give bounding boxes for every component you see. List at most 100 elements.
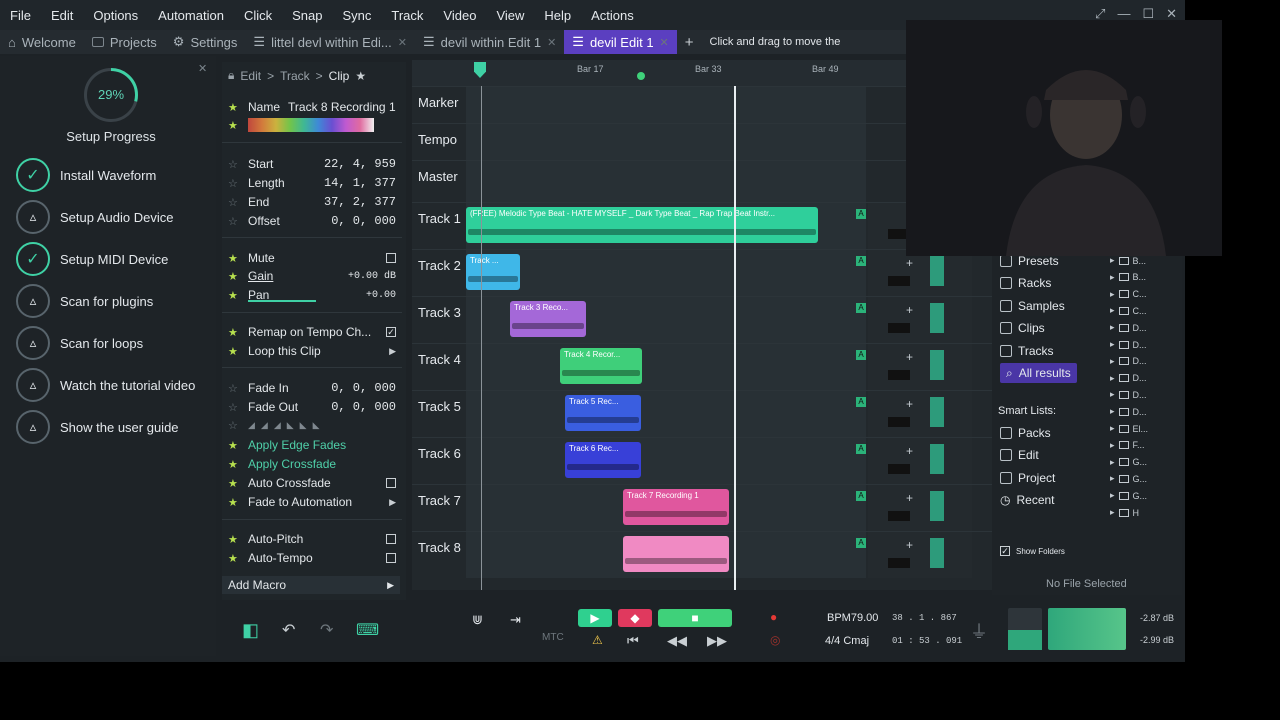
menu-snap[interactable]: Snap [282, 8, 332, 23]
add-plugin-icon[interactable]: + [906, 538, 913, 552]
folder-tree-item[interactable]: ▸ El... [1110, 423, 1148, 434]
browser-all-results[interactable]: ⌕ All results [1000, 363, 1077, 383]
add-plugin-icon[interactable]: + [906, 303, 913, 317]
folder-tree-item[interactable]: ▸ H [1110, 507, 1139, 518]
auto-tempo-checkbox[interactable] [386, 553, 396, 563]
add-plugin-icon[interactable]: + [906, 491, 913, 505]
browser-racks[interactable]: Racks [1000, 273, 1051, 293]
clip-name-value[interactable]: Track 8 Recording 1 [288, 100, 396, 114]
track-row[interactable]: Track 8 A + [412, 531, 992, 578]
audio-clip[interactable] [623, 536, 729, 572]
track-row[interactable]: Track 2 Track ... A + [412, 249, 992, 296]
folder-tree-item[interactable]: ▸ D... [1110, 389, 1147, 400]
audio-clip[interactable]: Track 5 Rec... [565, 395, 641, 431]
star-icon[interactable]: ★ [228, 289, 240, 302]
length-row[interactable]: ☆ Length 14, 1, 377 [228, 174, 396, 192]
track-row[interactable]: Track 5 Track 5 Rec... A + [412, 390, 992, 437]
add-macro-button[interactable]: Add Macro ▶ [222, 576, 400, 594]
menu-click[interactable]: Click [234, 8, 282, 23]
audio-clip[interactable]: (FREE) Melodic Type Beat - HATE MYSELF _… [466, 207, 818, 243]
audio-clip[interactable]: Track 7 Recording 1 [623, 489, 729, 525]
tab-projects[interactable]: Projects [84, 30, 165, 54]
folder-tree-item[interactable]: ▸ C... [1110, 305, 1147, 316]
folder-tree-item[interactable]: ▸ G... [1110, 490, 1147, 501]
sidebar-toggle-icon[interactable]: ◧ [242, 620, 259, 641]
track-lane[interactable] [466, 438, 866, 484]
track-lane[interactable] [466, 250, 866, 296]
add-plugin-icon[interactable]: + [906, 256, 913, 270]
clip-color-row[interactable]: ★ [228, 116, 396, 134]
track-row[interactable]: Track 3 Track 3 Reco... A + [412, 296, 992, 343]
undo-icon[interactable]: ↶ [282, 620, 295, 640]
auto-crossfade-checkbox[interactable] [386, 478, 396, 488]
fade-in-value[interactable]: 0, 0, 000 [331, 381, 396, 395]
rewind-start-icon[interactable]: ⏮ [627, 633, 639, 649]
browser-samples[interactable]: Samples [1000, 296, 1065, 316]
track-name[interactable]: Track 8 [412, 532, 466, 578]
setup-audio-device[interactable]: ▵ Setup Audio Device [16, 200, 173, 234]
apply-edge-fades-button[interactable]: Apply Edge Fades [248, 438, 346, 452]
folder-tree-item[interactable]: ▸ F... [1110, 440, 1145, 451]
star-icon[interactable]: ☆ [228, 196, 240, 209]
track-name[interactable]: Track 4 [412, 344, 466, 390]
offset-value[interactable]: 0, 0, 000 [331, 214, 396, 228]
track-name[interactable]: Track 3 [412, 297, 466, 343]
plug-icon[interactable]: ⏚ [970, 618, 988, 644]
star-icon[interactable]: ★ [355, 69, 366, 83]
automation-icon[interactable]: A [856, 538, 866, 548]
gain-row[interactable]: ★ Gain +0.00 dB [228, 267, 396, 285]
star-icon[interactable]: ★ [228, 439, 240, 452]
smart-packs[interactable]: Packs [1000, 423, 1051, 443]
tab-edit-devil-within[interactable]: ☰ devil within Edit 1 ✕ [415, 30, 564, 54]
automation-icon[interactable]: A [856, 209, 866, 219]
bpm-display[interactable]: BPM79.00 [827, 612, 878, 624]
menu-options[interactable]: Options [83, 8, 148, 23]
start-row[interactable]: ☆ Start 22, 4, 959 [228, 155, 396, 173]
gain-value[interactable]: +0.00 dB [348, 271, 396, 282]
menu-video[interactable]: Video [433, 8, 486, 23]
star-icon[interactable]: ★ [228, 496, 240, 509]
loop-marker[interactable] [637, 72, 645, 80]
stop-button[interactable]: ■ [658, 609, 732, 627]
record-button[interactable]: ● [770, 610, 777, 624]
track-row[interactable]: Track 4 Track 4 Recor... A + [412, 343, 992, 390]
mute-checkbox[interactable] [386, 253, 396, 263]
remap-checkbox[interactable]: ✓ [386, 327, 396, 337]
position-display[interactable]: 38 . 1 . 867 [892, 613, 957, 623]
track-lane[interactable] [466, 161, 866, 202]
automation-icon[interactable]: A [856, 303, 866, 313]
track-fader[interactable] [930, 397, 944, 427]
menu-sync[interactable]: Sync [332, 8, 381, 23]
star-icon[interactable]: ★ [228, 458, 240, 471]
audio-clip[interactable]: Track ... [466, 254, 520, 290]
mute-row[interactable]: ★ Mute [228, 249, 396, 267]
time-signature[interactable]: 4/4 Cmaj [825, 635, 869, 647]
star-icon[interactable]: ★ [228, 552, 240, 565]
track-name[interactable]: Master [412, 161, 466, 202]
star-icon[interactable]: ★ [228, 270, 240, 283]
track-row[interactable]: Master [412, 160, 992, 202]
warning-icon[interactable]: ⚠ [592, 633, 603, 647]
apply-crossfade-button[interactable]: Apply Crossfade [248, 457, 336, 471]
lock-icon[interactable]: 🔒︎ [228, 68, 234, 83]
track-name[interactable]: Tempo [412, 124, 466, 160]
folder-tree-item[interactable]: ▸ D... [1110, 322, 1147, 333]
auto-crossfade-row[interactable]: ★ Auto Crossfade [228, 474, 396, 492]
track-row[interactable]: Track 1 (FREE) Melodic Type Beat - HATE M… [412, 202, 992, 249]
setup-tutorial-video[interactable]: ▵ Watch the tutorial video [16, 368, 195, 402]
track-name[interactable]: Track 2 [412, 250, 466, 296]
fade-in-row[interactable]: ☆ Fade In 0, 0, 000 [228, 379, 396, 397]
redo-icon[interactable]: ↷ [320, 620, 333, 640]
track-name[interactable]: Track 7 [412, 485, 466, 531]
track-name[interactable]: Track 1 [412, 203, 466, 249]
folder-tree-item[interactable]: ▸ B... [1110, 272, 1146, 283]
track-row[interactable]: Track 6 Track 6 Rec... A + [412, 437, 992, 484]
pan-slider[interactable] [248, 300, 316, 302]
remap-row[interactable]: ★ Remap on Tempo Ch... ✓ [228, 323, 396, 341]
edge-fades-row[interactable]: ★ Apply Edge Fades [228, 436, 396, 454]
fade-shapes-row[interactable]: ☆ ◢◢◢◣◣◣ [228, 416, 396, 434]
add-plugin-icon[interactable]: + [906, 397, 913, 411]
track-fader[interactable] [930, 350, 944, 380]
playhead-handle[interactable] [474, 62, 486, 78]
snap-icon[interactable]: ⋓ [472, 612, 483, 628]
